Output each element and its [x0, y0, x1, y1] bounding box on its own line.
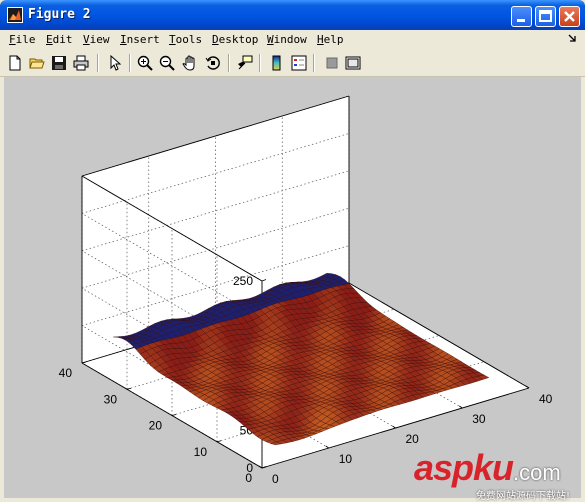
toolbar-separator	[228, 54, 230, 72]
menu-window[interactable]: Window	[267, 33, 307, 46]
toolbar-separator	[313, 54, 315, 72]
rotate-3d-icon[interactable]	[203, 53, 223, 73]
colorbar-icon[interactable]	[267, 53, 287, 73]
menu-file[interactable]: File	[9, 33, 36, 46]
legend-icon[interactable]	[289, 53, 309, 73]
dock-arrow-icon[interactable]	[567, 34, 577, 44]
y-tick-label: 10	[194, 445, 208, 459]
y-tick-label: 30	[104, 392, 118, 406]
menu-bar: File Edit View Insert Tools Desktop Wind…	[0, 30, 585, 50]
z-tick-label: 250	[233, 274, 253, 288]
toolbar-separator	[259, 54, 261, 72]
menu-help[interactable]: Help	[317, 33, 344, 46]
matlab-icon	[7, 7, 23, 23]
watermark: aspku.com 免费网站源码下载站!	[414, 447, 570, 502]
toolbar-separator	[129, 54, 131, 72]
pointer-icon[interactable]	[105, 53, 125, 73]
pan-hand-icon[interactable]	[180, 53, 200, 73]
zoom-in-icon[interactable]	[135, 53, 155, 73]
close-button[interactable]	[559, 6, 580, 27]
zoom-out-icon[interactable]	[157, 53, 177, 73]
data-cursor-icon[interactable]	[235, 53, 255, 73]
maximize-button[interactable]	[535, 6, 556, 27]
y-tick-label: 20	[149, 419, 163, 433]
menu-view[interactable]: View	[83, 33, 110, 46]
save-icon[interactable]	[49, 53, 69, 73]
title-bar[interactable]: Figure 2	[0, 0, 585, 30]
minimize-button[interactable]	[511, 6, 532, 27]
show-plot-tools-icon[interactable]	[343, 53, 363, 73]
x-tick-label: 20	[406, 432, 420, 446]
hide-plot-tools-icon[interactable]	[322, 53, 342, 73]
x-tick-label: 30	[472, 412, 486, 426]
window-title: Figure 2	[28, 7, 91, 22]
x-tick-label: 10	[339, 452, 353, 466]
toolbar-separator	[97, 54, 99, 72]
open-file-icon[interactable]	[27, 53, 47, 73]
print-icon[interactable]	[71, 53, 91, 73]
figure-canvas[interactable]: 050100150200250010203040010203040 aspku.…	[4, 77, 581, 502]
menu-edit[interactable]: Edit	[46, 33, 73, 46]
figure-window: Figure 2 File Edit View Insert Tools Des…	[0, 0, 585, 502]
watermark-brand: aspku	[414, 447, 514, 488]
y-tick-label: 0	[245, 471, 252, 485]
menu-desktop[interactable]: Desktop	[212, 33, 258, 46]
y-tick-label: 40	[59, 366, 73, 380]
menu-insert[interactable]: Insert	[120, 33, 160, 46]
menu-tools[interactable]: Tools	[169, 33, 202, 46]
figure-toolbar	[0, 50, 585, 77]
x-tick-label: 0	[272, 472, 279, 486]
watermark-suffix: .com	[513, 460, 561, 485]
surface-plot-axes[interactable]: 050100150200250010203040010203040	[4, 77, 581, 498]
watermark-tagline: 免费网站源码下载站!	[476, 491, 571, 502]
new-figure-icon[interactable]	[5, 53, 25, 73]
x-tick-label: 40	[539, 392, 553, 406]
